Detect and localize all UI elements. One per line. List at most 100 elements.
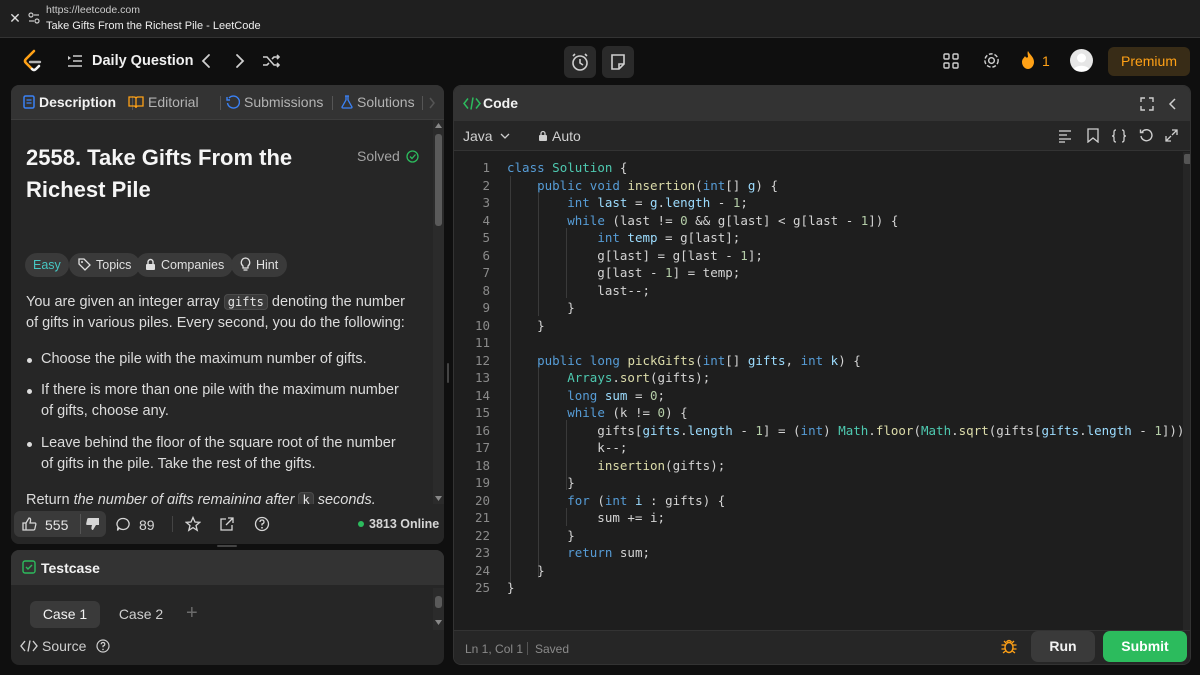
tag-icon xyxy=(78,258,91,271)
line-number: 25 xyxy=(474,580,490,595)
tab-solutions[interactable]: Solutions xyxy=(341,94,415,110)
braces-icon[interactable] xyxy=(1111,129,1127,143)
shuffle-icon[interactable] xyxy=(260,50,282,72)
horizontal-resize-handle[interactable] xyxy=(447,363,449,383)
star-icon[interactable] xyxy=(185,516,201,532)
like-button[interactable]: 555 xyxy=(14,511,106,537)
tab-editorial[interactable]: Editorial xyxy=(128,94,199,110)
auto-label: Auto xyxy=(552,128,581,144)
debug-bug-icon[interactable] xyxy=(1000,637,1018,655)
help-icon[interactable] xyxy=(96,639,110,653)
auto-mode-toggle[interactable]: Auto xyxy=(538,128,581,144)
tab-submissions[interactable]: Submissions xyxy=(226,94,323,110)
code-header: Code xyxy=(454,86,1190,121)
scrollbar-thumb[interactable] xyxy=(1184,154,1190,164)
scrollbar-thumb[interactable] xyxy=(435,596,442,608)
solved-status: Solved xyxy=(357,148,419,164)
tab-divider xyxy=(332,96,333,110)
timer-button[interactable] xyxy=(564,46,596,78)
topics-chip[interactable]: Topics xyxy=(69,253,141,277)
checkbox-icon xyxy=(22,560,36,574)
scroll-up-icon[interactable] xyxy=(435,123,442,128)
site-settings-icon[interactable] xyxy=(28,12,40,24)
comment-icon[interactable] xyxy=(116,517,131,532)
tab-description[interactable]: Description xyxy=(23,94,116,110)
code-brackets-icon xyxy=(463,97,481,110)
footer-divider xyxy=(172,516,173,532)
problem-list-icon[interactable] xyxy=(66,52,84,70)
run-button[interactable]: Run xyxy=(1031,631,1095,662)
note-icon xyxy=(611,54,625,70)
share-icon[interactable] xyxy=(219,516,235,532)
prev-question-icon[interactable] xyxy=(196,50,216,72)
line-number: 11 xyxy=(474,335,490,350)
lightbulb-icon xyxy=(240,257,251,271)
testcase-title[interactable]: Testcase xyxy=(41,560,100,576)
editor-scrollbar[interactable] xyxy=(1183,152,1190,630)
streak-fire-icon[interactable] xyxy=(1020,50,1036,70)
leetcode-logo-icon[interactable] xyxy=(21,49,43,73)
expand-icon[interactable] xyxy=(1165,129,1178,142)
line-number: 16 xyxy=(474,423,490,438)
line-number: 19 xyxy=(474,475,490,490)
gear-icon[interactable] xyxy=(982,51,1001,70)
return-statement: Return the number of gifts remaining aft… xyxy=(26,490,416,504)
format-icon[interactable] xyxy=(1058,129,1072,143)
testcase-scrollbar[interactable] xyxy=(433,588,444,630)
code-line: } xyxy=(507,475,575,490)
code-line: gifts[gifts.length - 1] = (int) Math.flo… xyxy=(507,423,1191,438)
code-line: while (last != 0 && g[last] < g[last - 1… xyxy=(567,213,899,228)
line-number: 7 xyxy=(482,265,490,280)
bookmark-icon[interactable] xyxy=(1087,128,1099,143)
case-1-tab[interactable]: Case 1 xyxy=(30,601,100,628)
tab-solutions-label: Solutions xyxy=(357,94,415,110)
premium-button[interactable]: Premium xyxy=(1108,47,1190,76)
line-number: 20 xyxy=(474,493,490,508)
line-number: 4 xyxy=(482,213,490,228)
source-link[interactable]: Source xyxy=(20,638,110,654)
tab-divider xyxy=(220,96,221,110)
thumbs-down-icon[interactable] xyxy=(85,517,100,531)
add-case-icon[interactable]: + xyxy=(186,602,198,625)
chevron-down-icon xyxy=(501,133,510,139)
more-tabs-chevron-icon[interactable] xyxy=(428,97,436,109)
notes-button[interactable] xyxy=(602,46,634,78)
intro-text: You are given an integer array xyxy=(26,294,224,310)
user-avatar-icon xyxy=(1073,53,1090,71)
daily-question-link[interactable]: Daily Question xyxy=(92,53,194,69)
code-line: k--; xyxy=(507,440,628,455)
avatar[interactable] xyxy=(1070,49,1093,72)
inline-code: gifts xyxy=(223,294,268,310)
line-number: 8 xyxy=(482,283,490,298)
difficulty-badge[interactable]: Easy xyxy=(25,253,69,277)
hint-chip[interactable]: Hint xyxy=(231,253,288,277)
code-line: sum += i; xyxy=(507,510,666,525)
submit-button[interactable]: Submit xyxy=(1103,631,1187,662)
next-question-icon[interactable] xyxy=(230,50,250,72)
alarm-clock-icon xyxy=(572,53,588,71)
vertical-resize-handle[interactable] xyxy=(217,545,237,547)
apps-grid-icon[interactable] xyxy=(942,52,960,70)
language-select[interactable]: Java xyxy=(463,128,510,144)
reset-icon[interactable] xyxy=(1139,128,1153,142)
description-scrollbar[interactable] xyxy=(433,120,444,504)
close-tab-icon[interactable]: ✕ xyxy=(8,11,22,25)
help-icon[interactable] xyxy=(254,516,270,532)
scrollbar-thumb[interactable] xyxy=(435,134,442,226)
code-line: } xyxy=(507,300,575,315)
line-number: 12 xyxy=(474,353,490,368)
tab-submissions-label: Submissions xyxy=(244,94,324,110)
case-2-tab[interactable]: Case 2 xyxy=(116,601,166,628)
code-line: } xyxy=(507,318,545,333)
scroll-down-icon[interactable] xyxy=(435,496,442,501)
fullscreen-icon[interactable] xyxy=(1140,97,1154,111)
tab-divider xyxy=(422,96,423,110)
companies-chip[interactable]: Companies xyxy=(136,253,234,277)
collapse-chevron-icon[interactable] xyxy=(1168,97,1178,111)
scroll-down-icon[interactable] xyxy=(435,620,442,625)
comment-count[interactable]: 89 xyxy=(139,517,155,533)
code-editor[interactable]: 1 2 3 4 5 6 7 8 9 10 11 12 13 14 15 16 17 18 19 20 21 22 23 24 2… xyxy=(454,158,1190,628)
code-title[interactable]: Code xyxy=(483,95,518,111)
code-line: g[last - 1] = temp; xyxy=(507,265,741,280)
browser-url[interactable]: https://leetcode.com xyxy=(46,4,140,16)
